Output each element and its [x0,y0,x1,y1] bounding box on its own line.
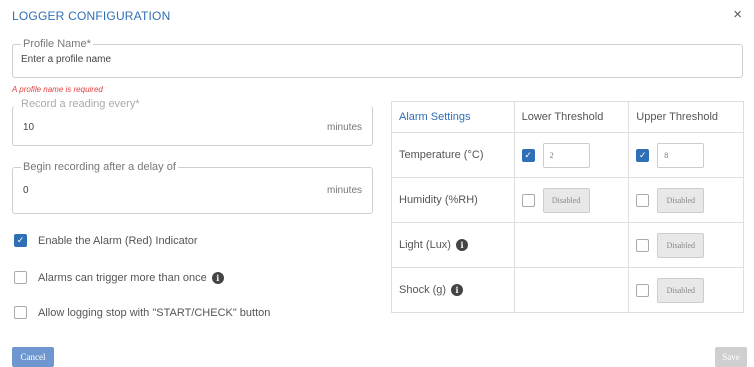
alarm-settings-table: Alarm Settings Lower Threshold Upper Thr… [391,101,744,313]
start-delay-label: Begin recording after a delay of [21,161,178,173]
shock-label: Shock (g) [399,284,447,296]
temperature-lower-input[interactable] [542,142,590,168]
info-icon[interactable]: i [211,271,224,284]
temperature-upper-checkbox[interactable]: ✓ [636,148,650,162]
header-lower-threshold: Lower Threshold [513,101,630,133]
start-delay-field[interactable]: Begin recording after a delay of 0 minut… [12,161,373,214]
option-alarm-indicator[interactable]: ✓ Enable the Alarm (Red) Indicator [14,234,198,247]
humidity-upper-disabled: Disabled [657,187,705,213]
cancel-button[interactable]: Cancel [12,347,54,367]
temperature-label: Temperature (°C) [391,132,515,178]
option-button-stop[interactable]: Allow logging stop with "START/CHECK" bu… [14,306,270,319]
profile-name-error: A profile name is required [12,85,103,94]
alarm-retrigger-label: Alarms can trigger more than once [38,271,207,284]
light-upper-disabled: Disabled [657,232,705,258]
alarm-indicator-label: Enable the Alarm (Red) Indicator [38,234,198,247]
record-interval-field[interactable]: Record a reading every* 10 minutes [12,98,373,146]
option-alarm-retrigger[interactable]: Alarms can trigger more than once i [14,271,224,284]
table-header-row: Alarm Settings Lower Threshold Upper Thr… [391,101,744,133]
temperature-lower-checkbox[interactable]: ✓ [521,148,535,162]
alarm-retrigger-checkbox[interactable] [14,271,27,284]
table-row-light: Light (Lux) i Disabled [391,222,744,268]
header-upper-threshold: Upper Threshold [628,101,744,133]
humidity-lower-checkbox[interactable] [521,193,535,207]
light-upper-checkbox[interactable] [636,238,650,252]
dialog-title: LOGGER CONFIGURATION [12,9,171,23]
shock-upper-disabled: Disabled [657,277,705,303]
button-stop-checkbox[interactable] [14,306,27,319]
save-button[interactable]: Save [715,347,747,367]
profile-name-input[interactable] [21,54,721,65]
record-interval-unit: minutes [326,122,362,133]
light-label: Light (Lux) [399,239,451,251]
shock-upper-checkbox[interactable] [636,283,650,297]
table-row-temperature: Temperature (°C) ✓ ✓ [391,132,744,178]
header-alarm-settings: Alarm Settings [391,101,515,133]
table-row-humidity: Humidity (%RH) Disabled Disabled [391,177,744,223]
info-icon[interactable]: i [451,284,464,296]
info-icon[interactable]: i [455,239,468,251]
humidity-lower-disabled: Disabled [542,187,590,213]
humidity-label: Humidity (%RH) [391,177,515,223]
button-stop-label: Allow logging stop with "START/CHECK" bu… [38,306,271,319]
close-icon[interactable]: × [733,7,742,22]
start-delay-value[interactable]: 0 [23,185,29,196]
shock-lower-empty [513,267,630,313]
table-row-shock: Shock (g) i Disabled [391,267,744,313]
temperature-upper-input[interactable] [657,142,705,168]
alarm-indicator-checkbox[interactable]: ✓ [14,234,27,247]
start-delay-unit: minutes [326,185,362,196]
humidity-upper-checkbox[interactable] [636,193,650,207]
record-interval-value[interactable]: 10 [23,122,34,133]
record-interval-label: Record a reading every* [19,98,142,110]
profile-name-field[interactable]: Profile Name* [12,38,743,78]
light-lower-empty [513,222,630,268]
profile-name-label: Profile Name* [21,38,93,50]
